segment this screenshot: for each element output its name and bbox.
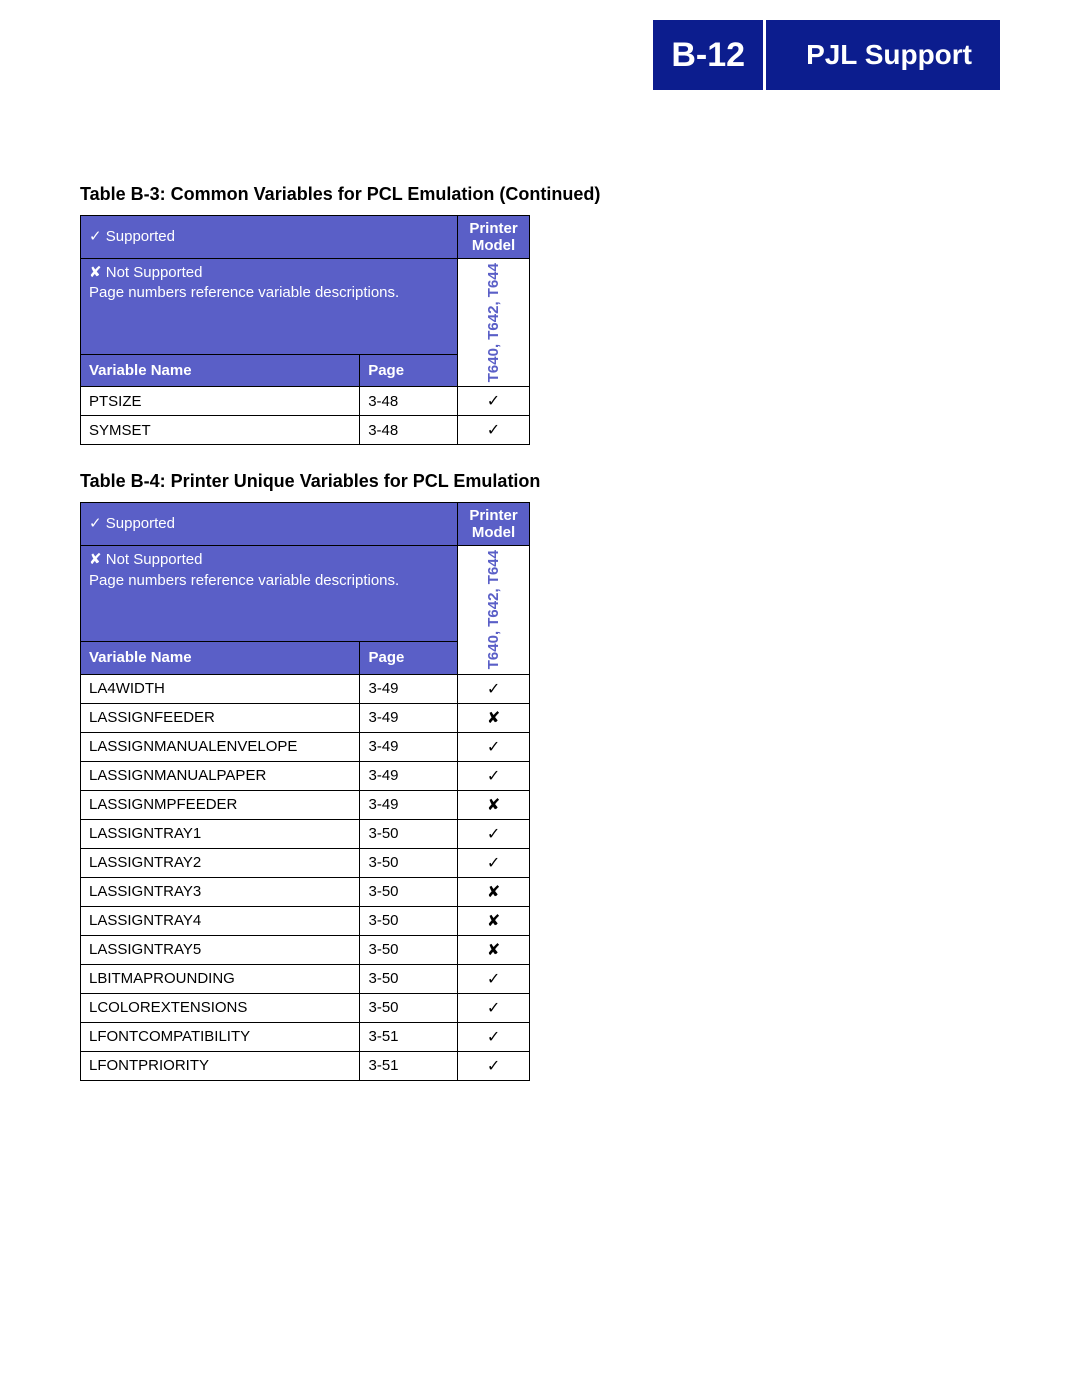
table-row: LASSIGNTRAY23-50✓ (81, 848, 530, 877)
table-row: LASSIGNMANUALENVELOPE3-49✓ (81, 732, 530, 761)
table-b3-caption: Table B-3: Common Variables for PCL Emul… (80, 184, 1000, 205)
support-mark-cell: ✓ (458, 993, 530, 1022)
variable-name-cell: LASSIGNMANUALPAPER (81, 761, 360, 790)
model-column-label: T640, T642, T644 (485, 263, 502, 382)
variable-name-cell: LFONTPRIORITY (81, 1051, 360, 1080)
variable-name-header: Variable Name (81, 642, 360, 674)
table-row: LBITMAPROUNDING3-50✓ (81, 964, 530, 993)
model-column-header: T640, T642, T644 (458, 259, 530, 387)
table-row: PTSIZE3-48✓ (81, 387, 530, 416)
printer-model-header: Printer Model (458, 216, 530, 259)
table-row: LCOLOREXTENSIONS3-50✓ (81, 993, 530, 1022)
legend-supported: ✓ Supported (81, 503, 458, 546)
variable-name-cell: LASSIGNFEEDER (81, 703, 360, 732)
support-mark-cell: ✘ (458, 790, 530, 819)
table-row: LA4WIDTH3-49✓ (81, 674, 530, 703)
page-header: Page (360, 642, 458, 674)
support-mark-cell: ✓ (458, 761, 530, 790)
support-mark-cell: ✓ (458, 1022, 530, 1051)
x-icon: ✘ (89, 264, 102, 281)
table-row: LASSIGNMPFEEDER3-49✘ (81, 790, 530, 819)
table-row: LASSIGNTRAY13-50✓ (81, 819, 530, 848)
support-mark-cell: ✘ (458, 877, 530, 906)
page-cell: 3-50 (360, 964, 458, 993)
support-mark-cell: ✓ (458, 387, 530, 416)
page-cell: 3-50 (360, 848, 458, 877)
table-b4: ✓ Supported Printer Model ✘ Not Supporte… (80, 502, 530, 1080)
variable-name-cell: LASSIGNTRAY2 (81, 848, 360, 877)
table-row: LASSIGNTRAY53-50✘ (81, 935, 530, 964)
page-number-badge: B-12 (653, 20, 766, 90)
page-cell: 3-49 (360, 761, 458, 790)
table-row: LASSIGNMANUALPAPER3-49✓ (81, 761, 530, 790)
page-cell: 3-50 (360, 819, 458, 848)
variable-name-cell: LFONTCOMPATIBILITY (81, 1022, 360, 1051)
variable-name-header: Variable Name (81, 355, 360, 387)
page-cell: 3-51 (360, 1022, 458, 1051)
legend-not-supported-label: Not Supported (106, 551, 203, 568)
support-mark-cell: ✘ (458, 935, 530, 964)
legend-not-supported: ✘ Not Supported Page numbers reference v… (81, 546, 458, 642)
support-mark-cell: ✓ (458, 819, 530, 848)
legend-note: Page numbers reference variable descript… (89, 571, 449, 591)
table-row: LASSIGNTRAY33-50✘ (81, 877, 530, 906)
page-cell: 3-48 (360, 387, 458, 416)
x-icon: ✘ (89, 551, 102, 568)
table-row: LASSIGNFEEDER3-49✘ (81, 703, 530, 732)
support-mark-cell: ✓ (458, 674, 530, 703)
page-cell: 3-50 (360, 935, 458, 964)
variable-name-cell: SYMSET (81, 416, 360, 445)
table-row: LFONTCOMPATIBILITY3-51✓ (81, 1022, 530, 1051)
page-cell: 3-48 (360, 416, 458, 445)
support-mark-cell: ✓ (458, 416, 530, 445)
support-mark-cell: ✘ (458, 703, 530, 732)
legend-not-supported: ✘ Not Supported Page numbers reference v… (81, 259, 458, 355)
support-mark-cell: ✓ (458, 964, 530, 993)
variable-name-cell: LASSIGNTRAY3 (81, 877, 360, 906)
variable-name-cell: LASSIGNTRAY4 (81, 906, 360, 935)
table-row: SYMSET3-48✓ (81, 416, 530, 445)
page-header: Page (360, 355, 458, 387)
variable-name-cell: LASSIGNMANUALENVELOPE (81, 732, 360, 761)
table-b3: ✓ Supported Printer Model ✘ Not Supporte… (80, 215, 530, 445)
legend-not-supported-label: Not Supported (106, 264, 203, 281)
variable-name-cell: LASSIGNTRAY5 (81, 935, 360, 964)
model-column-header: T640, T642, T644 (458, 546, 530, 674)
check-icon: ✓ (89, 515, 102, 532)
content-area: Table B-3: Common Variables for PCL Emul… (80, 20, 1000, 1081)
legend-supported-label: Supported (106, 515, 175, 532)
support-mark-cell: ✓ (458, 732, 530, 761)
check-icon: ✓ (89, 228, 102, 245)
legend-supported: ✓ Supported (81, 216, 458, 259)
support-mark-cell: ✓ (458, 848, 530, 877)
support-mark-cell: ✘ (458, 906, 530, 935)
table-row: LASSIGNTRAY43-50✘ (81, 906, 530, 935)
page-cell: 3-50 (360, 906, 458, 935)
support-mark-cell: ✓ (458, 1051, 530, 1080)
printer-model-header: Printer Model (458, 503, 530, 546)
table-row: LFONTPRIORITY3-51✓ (81, 1051, 530, 1080)
page-cell: 3-50 (360, 877, 458, 906)
page-cell: 3-49 (360, 703, 458, 732)
variable-name-cell: LASSIGNMPFEEDER (81, 790, 360, 819)
variable-name-cell: LCOLOREXTENSIONS (81, 993, 360, 1022)
page-cell: 3-49 (360, 674, 458, 703)
page-cell: 3-49 (360, 790, 458, 819)
variable-name-cell: LASSIGNTRAY1 (81, 819, 360, 848)
variable-name-cell: PTSIZE (81, 387, 360, 416)
page-title: PJL Support (766, 20, 1000, 90)
model-column-label: T640, T642, T644 (485, 550, 502, 669)
legend-supported-label: Supported (106, 228, 175, 245)
legend-note: Page numbers reference variable descript… (89, 283, 449, 303)
variable-name-cell: LBITMAPROUNDING (81, 964, 360, 993)
variable-name-cell: LA4WIDTH (81, 674, 360, 703)
document-page: B-12 PJL Support Table B-3: Common Varia… (0, 0, 1080, 1397)
page-cell: 3-50 (360, 993, 458, 1022)
page-cell: 3-51 (360, 1051, 458, 1080)
table-b4-caption: Table B-4: Printer Unique Variables for … (80, 471, 1000, 492)
page-header: B-12 PJL Support (653, 20, 1000, 90)
page-cell: 3-49 (360, 732, 458, 761)
